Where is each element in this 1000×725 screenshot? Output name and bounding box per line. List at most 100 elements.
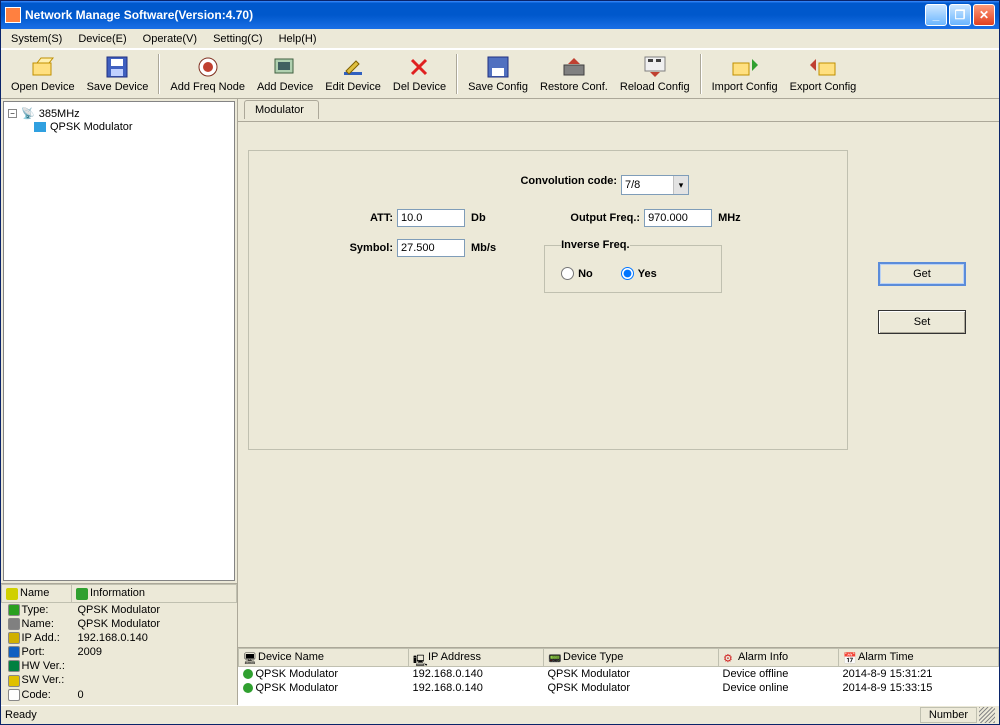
conv-code-select[interactable]: 7/8 ▾ xyxy=(621,175,689,195)
type-icon: 📟 xyxy=(548,652,560,664)
app-icon xyxy=(5,7,21,23)
import-label: Import Config xyxy=(712,81,778,93)
tree-collapse-icon[interactable]: − xyxy=(8,109,17,118)
open-device-button[interactable]: Open Device xyxy=(5,53,81,95)
conv-code-label: Convolution code: xyxy=(520,175,621,195)
export-icon xyxy=(809,55,837,79)
export-config-button[interactable]: Export Config xyxy=(784,53,863,95)
symbol-input[interactable] xyxy=(397,239,465,257)
window-title: Network Manage Software(Version:4.70) xyxy=(25,8,925,22)
info-row: Type:QPSK Modulator xyxy=(2,603,237,618)
menu-operate[interactable]: Operate(V) xyxy=(137,31,203,47)
info-row: IP Add.:192.168.0.140 xyxy=(2,631,237,645)
import-icon xyxy=(731,55,759,79)
status-number: Number xyxy=(920,707,977,723)
table-row[interactable]: QPSK Modulator192.168.0.140QPSK Modulato… xyxy=(239,681,999,695)
col-alarm[interactable]: Alarm Info xyxy=(738,651,788,663)
add-device-icon xyxy=(271,55,299,79)
reload-label: Reload Config xyxy=(620,81,690,93)
get-button[interactable]: Get xyxy=(878,262,966,286)
titlebar: Network Manage Software(Version:4.70) _ … xyxy=(1,1,999,29)
antenna-icon: 📡 xyxy=(21,107,35,120)
del-device-button[interactable]: Del Device xyxy=(387,53,452,95)
menu-system[interactable]: System(S) xyxy=(5,31,68,47)
ip-icon: 🖳 xyxy=(413,652,425,664)
col-type[interactable]: Device Type xyxy=(563,651,623,663)
inverse-freq-group: Inverse Freq. No Yes xyxy=(544,239,722,293)
restore-icon xyxy=(560,55,588,79)
device-tree[interactable]: − 📡 385MHz QPSK Modulator xyxy=(3,101,235,581)
resize-grip-icon[interactable] xyxy=(979,707,995,723)
open-icon xyxy=(29,55,57,79)
export-label: Export Config xyxy=(790,81,857,93)
restore-conf-button[interactable]: Restore Conf. xyxy=(534,53,614,95)
add-freq-label: Add Freq Node xyxy=(170,81,245,93)
toolbar: Open Device Save Device Add Freq Node Ad… xyxy=(1,49,999,99)
save-icon xyxy=(103,55,131,79)
outfreq-input[interactable] xyxy=(644,209,712,227)
reload-icon xyxy=(641,55,669,79)
minimize-button[interactable]: _ xyxy=(925,4,947,26)
col-ip[interactable]: IP Address xyxy=(428,651,481,663)
add-device-label: Add Device xyxy=(257,81,313,93)
att-label: ATT: xyxy=(267,212,397,224)
menu-setting[interactable]: Setting(C) xyxy=(207,31,269,47)
info-row: Code:0 xyxy=(2,688,237,702)
tree-root-label[interactable]: 385MHz xyxy=(39,108,80,120)
menu-device[interactable]: Device(E) xyxy=(72,31,132,47)
edit-icon xyxy=(339,55,367,79)
device-icon xyxy=(34,122,46,132)
save-device-button[interactable]: Save Device xyxy=(81,53,155,95)
menu-help[interactable]: Help(H) xyxy=(273,31,323,47)
info-row: Name:QPSK Modulator xyxy=(2,617,237,631)
outfreq-label: Output Freq.: xyxy=(544,212,644,224)
set-button[interactable]: Set xyxy=(878,310,966,334)
inverse-yes-radio[interactable]: Yes xyxy=(621,267,657,280)
outfreq-unit: MHz xyxy=(718,212,741,224)
menubar: System(S) Device(E) Operate(V) Setting(C… xyxy=(1,29,999,49)
symbol-unit: Mb/s xyxy=(471,242,496,254)
restore-label: Restore Conf. xyxy=(540,81,608,93)
info-hdr-name: Name xyxy=(20,587,49,599)
conv-code-value: 7/8 xyxy=(625,179,640,191)
info-panel: Name Information Type:QPSK ModulatorName… xyxy=(1,583,237,705)
info-row: SW Ver.: xyxy=(2,673,237,687)
symbol-label: Symbol: xyxy=(267,242,397,254)
close-button[interactable]: ✕ xyxy=(973,4,995,26)
info-row: Port:2009 xyxy=(2,645,237,659)
info-hdr-info: Information xyxy=(90,587,145,599)
time-icon: 📅 xyxy=(843,652,855,664)
att-unit: Db xyxy=(471,212,486,224)
att-input[interactable] xyxy=(397,209,465,227)
edit-device-button[interactable]: Edit Device xyxy=(319,53,387,95)
inverse-no-radio[interactable]: No xyxy=(561,267,593,280)
maximize-button[interactable]: ❐ xyxy=(949,4,971,26)
col-time[interactable]: Alarm Time xyxy=(858,651,914,663)
del-device-label: Del Device xyxy=(393,81,446,93)
open-device-label: Open Device xyxy=(11,81,75,93)
delete-icon xyxy=(405,55,433,79)
info-row: HW Ver.: xyxy=(2,659,237,673)
alarm-icon: ⚙ xyxy=(723,652,735,664)
reload-config-button[interactable]: Reload Config xyxy=(614,53,696,95)
status-ready: Ready xyxy=(5,709,37,721)
add-freq-node-button[interactable]: Add Freq Node xyxy=(164,53,251,95)
freq-icon xyxy=(194,55,222,79)
import-config-button[interactable]: Import Config xyxy=(706,53,784,95)
dropdown-arrow-icon: ▾ xyxy=(673,176,688,194)
col-device-name[interactable]: Device Name xyxy=(258,651,324,663)
modulator-groupbox: Convolution code: 7/8 ▾ ATT: Db xyxy=(248,150,848,450)
add-device-button[interactable]: Add Device xyxy=(251,53,319,95)
save-config-button[interactable]: Save Config xyxy=(462,53,534,95)
tree-child-label[interactable]: QPSK Modulator xyxy=(50,121,133,133)
inverse-legend: Inverse Freq. xyxy=(561,239,629,251)
save-config-label: Save Config xyxy=(468,81,528,93)
device-table: 🖥Device Name 🖳IP Address 📟Device Type ⚙A… xyxy=(238,647,999,705)
save-config-icon xyxy=(484,55,512,79)
edit-device-label: Edit Device xyxy=(325,81,381,93)
save-device-label: Save Device xyxy=(87,81,149,93)
table-row[interactable]: QPSK Modulator192.168.0.140QPSK Modulato… xyxy=(239,667,999,682)
tab-modulator[interactable]: Modulator xyxy=(244,100,319,119)
device-name-icon: 🖥 xyxy=(243,652,255,664)
statusbar: Ready Number xyxy=(1,705,999,724)
